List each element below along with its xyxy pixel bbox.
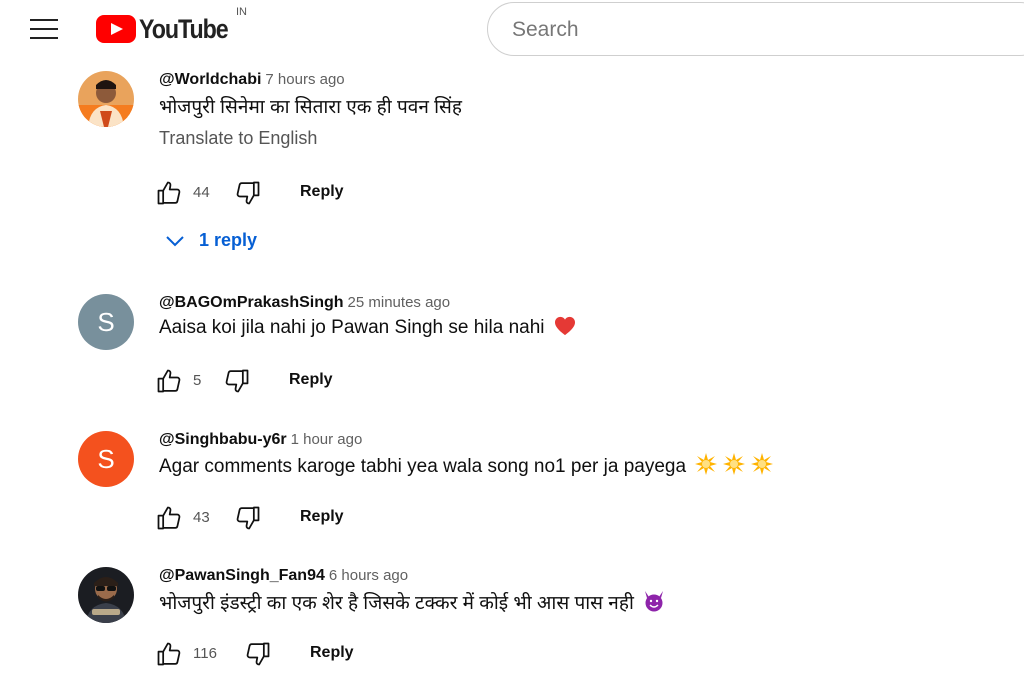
thumbs-down-icon[interactable] (234, 504, 262, 532)
avatar[interactable] (78, 567, 134, 623)
avatar[interactable] (78, 71, 134, 127)
timestamp[interactable]: 25 minutes ago (348, 294, 451, 311)
author-name[interactable]: @PawanSingh_Fan94 (159, 567, 325, 584)
masthead: YouTube IN (0, 0, 1024, 58)
chevron-down-icon (166, 235, 184, 246)
red-heart-icon (554, 316, 575, 336)
reply-button[interactable]: Reply (300, 183, 344, 201)
menu-icon[interactable] (30, 17, 60, 41)
comment-text: भोजपुरी सिनेमा का सितारा एक ही पवन सिंह (159, 97, 462, 118)
thumbs-up-icon[interactable] (155, 640, 183, 668)
search-box (487, 2, 1024, 56)
comment-actions: 5 Reply (155, 367, 455, 397)
search-input[interactable] (510, 15, 994, 45)
comment-header: @BAGOmPrakashSingh 25 minutes ago (159, 294, 450, 312)
like-count: 116 (193, 645, 217, 662)
like-count: 5 (193, 372, 202, 389)
comment-text: Aaisa koi jila nahi jo Pawan Singh se hi… (159, 317, 545, 338)
thumbs-up-icon[interactable] (155, 367, 183, 395)
timestamp[interactable]: 6 hours ago (329, 567, 408, 584)
thumbs-down-icon[interactable] (234, 179, 262, 207)
avatar[interactable]: S (78, 294, 134, 350)
like-count: 43 (193, 509, 210, 526)
comment-header: @PawanSingh_Fan94 6 hours ago (159, 567, 408, 585)
collision-icon (695, 453, 774, 475)
country-code: IN (236, 6, 247, 18)
author-name[interactable]: @BAGOmPrakashSingh (159, 294, 344, 311)
thumbs-down-icon[interactable] (223, 367, 251, 395)
thumbs-up-icon[interactable] (155, 504, 183, 532)
author-name[interactable]: @Worldchabi (159, 71, 261, 88)
reply-button[interactable]: Reply (310, 644, 354, 662)
reply-button[interactable]: Reply (300, 508, 344, 526)
like-count: 44 (193, 184, 210, 201)
comment-actions: 44 Reply (155, 179, 455, 209)
comment-text: भोजपुरी इंडस्ट्री का एक शेर है जिसके टक्… (159, 593, 634, 614)
comment-header: @Singhbabu-y6r 1 hour ago (159, 431, 362, 449)
comment-text-row: Agar comments karoge tabhi yea wala song… (159, 453, 774, 478)
logo-text: YouTube (139, 13, 229, 44)
avatar-letter: S (97, 306, 115, 337)
translate-button[interactable]: Translate to English (159, 128, 317, 149)
avatar-letter: S (97, 443, 115, 474)
view-replies-button[interactable]: 1 reply (165, 230, 257, 251)
youtube-logo[interactable]: YouTube (96, 10, 242, 48)
replies-count: 1 reply (199, 230, 258, 250)
timestamp[interactable]: 7 hours ago (265, 71, 344, 88)
reply-button[interactable]: Reply (289, 371, 333, 389)
comment-text-row: Aaisa koi jila nahi jo Pawan Singh se hi… (159, 316, 576, 339)
comment-header: @Worldchabi 7 hours ago (159, 71, 345, 89)
comment-actions: 43 Reply (155, 504, 455, 534)
comment-text: Agar comments karoge tabhi yea wala song… (159, 456, 687, 477)
author-name[interactable]: @Singhbabu-y6r (159, 431, 287, 448)
comment-actions: 116 Reply (155, 640, 455, 670)
thumbs-up-icon[interactable] (155, 179, 183, 207)
comment-text-row: भोजपुरी इंडस्ट्री का एक शेर है जिसके टक्… (159, 589, 665, 615)
timestamp[interactable]: 1 hour ago (291, 431, 363, 448)
thumbs-down-icon[interactable] (244, 640, 272, 668)
youtube-play-icon (96, 15, 136, 43)
smiling-devil-icon (645, 591, 664, 612)
avatar[interactable]: S (78, 431, 134, 487)
